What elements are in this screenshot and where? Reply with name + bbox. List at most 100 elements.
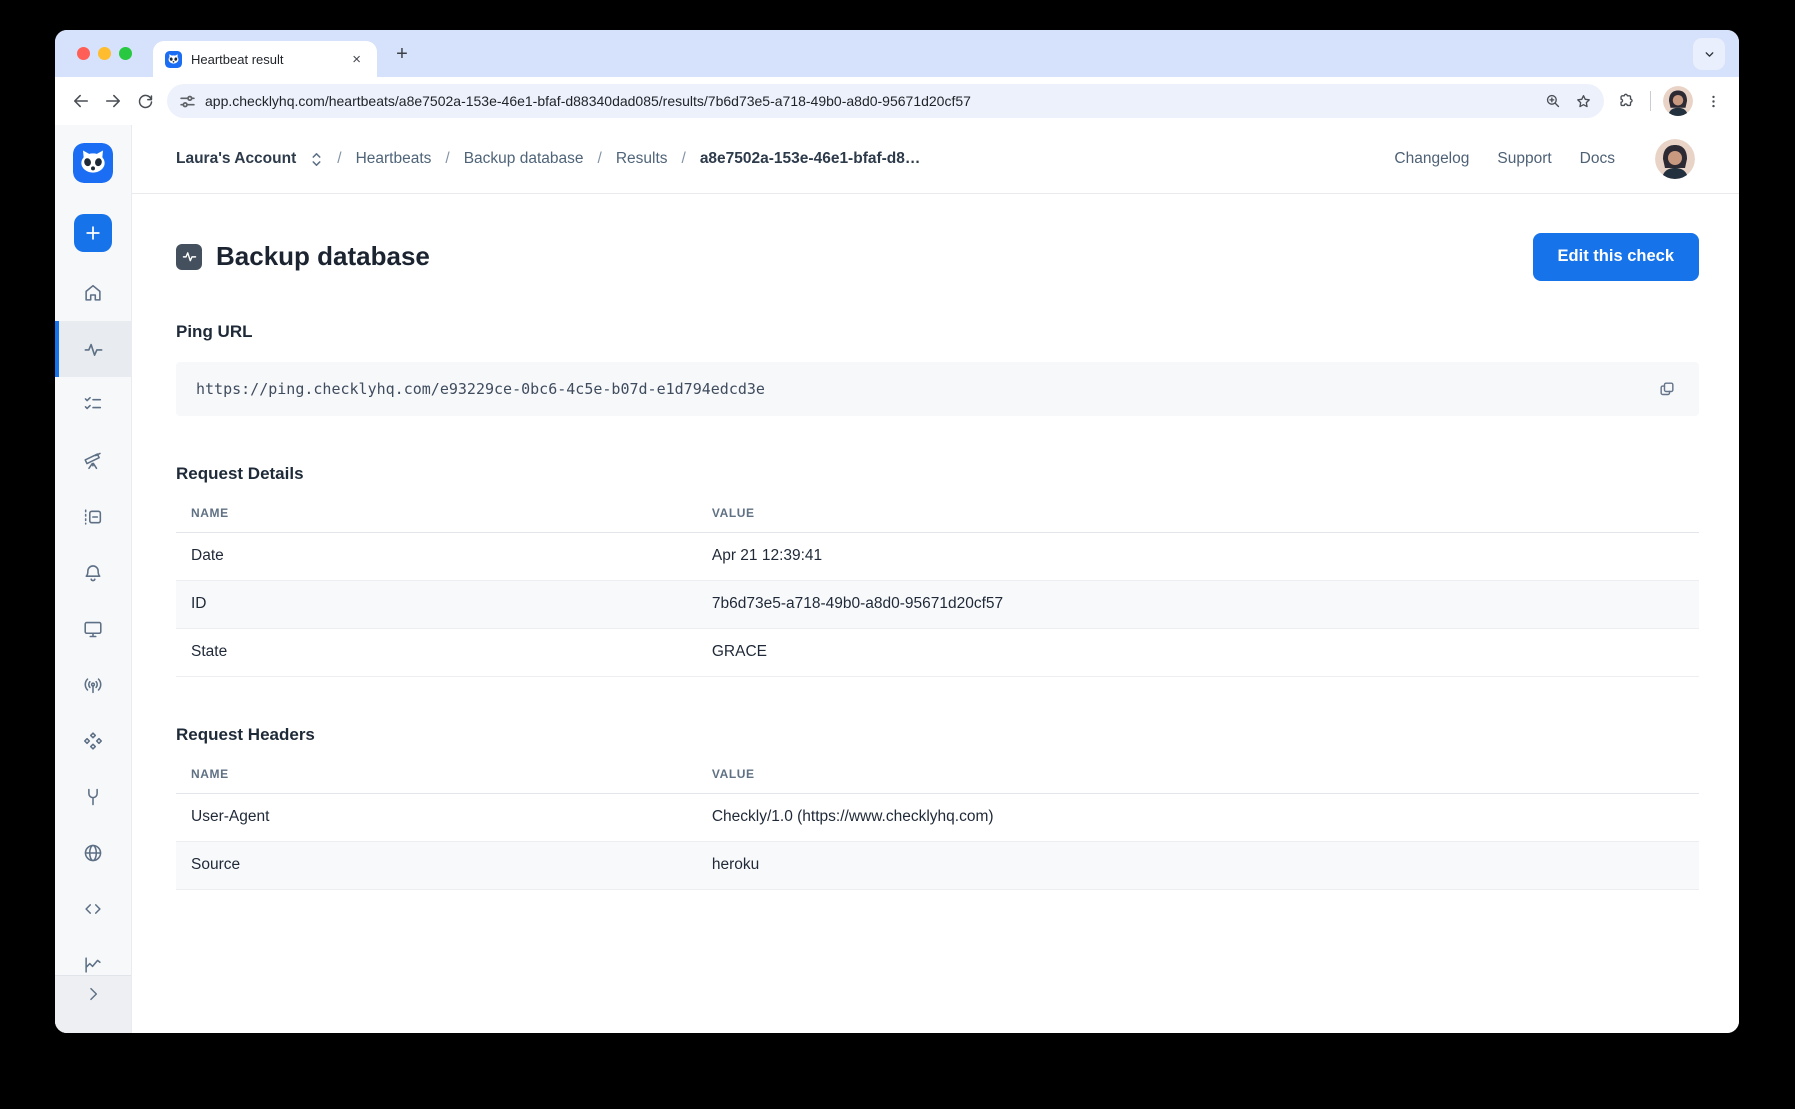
account-switch-chevrons-icon[interactable] [310, 151, 323, 168]
breadcrumb-separator: / [682, 150, 686, 168]
new-tab-button[interactable]: + [389, 41, 415, 67]
sidebar-item-home[interactable] [55, 265, 131, 321]
header-value: Checkly/1.0 (https://www.checklyhq.com) [697, 808, 1699, 826]
breadcrumb-separator: / [445, 150, 449, 168]
breadcrumb-check-link[interactable]: Backup database [464, 150, 584, 168]
runbook-list-icon [82, 506, 104, 528]
sidebar [55, 125, 132, 1033]
edit-check-button[interactable]: Edit this check [1533, 233, 1699, 281]
sidebar-item-runbooks[interactable] [55, 489, 131, 545]
sidebar-item-checks[interactable] [55, 377, 131, 433]
sidebar-item-telescope[interactable] [55, 433, 131, 489]
alerts-bell-icon [82, 562, 104, 584]
sidebar-nav [55, 265, 131, 1033]
table-row: State GRACE [176, 629, 1699, 677]
tab-title: Heartbeat result [191, 52, 348, 67]
breadcrumb-results-link[interactable]: Results [616, 150, 668, 168]
sidebar-item-dashboards[interactable] [55, 601, 131, 657]
chrome-profile-avatar[interactable] [1663, 86, 1693, 116]
broadcast-icon [82, 674, 104, 696]
user-avatar[interactable] [1655, 139, 1695, 179]
table-row: User-Agent Checkly/1.0 (https://www.chec… [176, 794, 1699, 842]
toolbar-divider [1650, 91, 1651, 111]
breadcrumb-heartbeats-link[interactable]: Heartbeats [356, 150, 432, 168]
sidebar-item-maintenance[interactable] [55, 769, 131, 825]
support-link[interactable]: Support [1497, 150, 1551, 168]
sidebar-item-globe[interactable] [55, 825, 131, 881]
table-body: User-Agent Checkly/1.0 (https://www.chec… [176, 794, 1699, 890]
detail-value: 7b6d73e5-a718-49b0-a8d0-95671d20cf57 [697, 595, 1699, 613]
heartbeats-pulse-icon [82, 338, 105, 361]
checkly-logo-icon[interactable] [73, 143, 113, 183]
url-text: app.checklyhq.com/heartbeats/a8e7502a-15… [205, 93, 1538, 109]
extensions-puzzle-icon[interactable] [1610, 85, 1642, 117]
close-window-button[interactable] [77, 47, 90, 60]
heartbeat-pulse-icon [181, 248, 198, 265]
column-header-value: VALUE [697, 506, 1699, 520]
zoom-page-icon[interactable] [1538, 86, 1568, 116]
title-row: Backup database Edit this check [176, 224, 1699, 290]
breadcrumb-separator: / [598, 150, 602, 168]
expand-sidebar-chevron-icon [83, 984, 103, 1004]
home-icon [82, 282, 104, 304]
top-nav: Changelog Support Docs [1394, 139, 1695, 179]
column-header-name: NAME [176, 767, 697, 781]
checkly-favicon-icon [165, 51, 182, 68]
sidebar-item-broadcast[interactable] [55, 657, 131, 713]
table-row: ID 7b6d73e5-a718-49b0-a8d0-95671d20cf57 [176, 581, 1699, 629]
url-bar[interactable]: app.checklyhq.com/heartbeats/a8e7502a-15… [167, 84, 1604, 118]
globe-icon [82, 842, 104, 864]
browser-window: Heartbeat result × + [55, 30, 1739, 1033]
sidebar-item-heartbeats[interactable] [55, 321, 131, 377]
table-header-row: NAME VALUE [176, 506, 1699, 533]
zoom-window-button[interactable] [119, 47, 132, 60]
detail-name: ID [176, 595, 697, 613]
account-switcher[interactable]: Laura's Account [176, 150, 296, 168]
checks-list-icon [82, 394, 104, 416]
minimize-window-button[interactable] [98, 47, 111, 60]
breadcrumb-result-id: a8e7502a-153e-46e1-bfaf-d8… [700, 150, 921, 168]
page-title: Backup database [216, 241, 1533, 272]
browser-tab[interactable]: Heartbeat result × [153, 41, 377, 77]
tab-close-icon[interactable]: × [348, 50, 365, 69]
ping-url-heading: Ping URL [176, 322, 1699, 342]
detail-name: Date [176, 547, 697, 565]
sidebar-expand-bar[interactable] [55, 975, 131, 1033]
sidebar-item-alerts[interactable] [55, 545, 131, 601]
docs-link[interactable]: Docs [1580, 150, 1615, 168]
detail-value: GRACE [697, 643, 1699, 661]
header-name: Source [176, 856, 697, 874]
telescope-icon [82, 450, 104, 472]
breadcrumb: Laura's Account / Heartbeats / Backup da… [176, 150, 1394, 168]
window-controls [77, 47, 132, 60]
dashboards-monitor-icon [82, 618, 104, 640]
bookmark-star-icon[interactable] [1568, 86, 1598, 116]
browser-toolbar: app.checklyhq.com/heartbeats/a8e7502a-15… [55, 77, 1739, 125]
checkly-app: Laura's Account / Heartbeats / Backup da… [55, 125, 1739, 1033]
breadcrumb-separator: / [337, 150, 341, 168]
integrations-diamonds-icon [82, 730, 104, 752]
header-name: User-Agent [176, 808, 697, 826]
request-details-heading: Request Details [176, 464, 1699, 484]
sidebar-item-code[interactable] [55, 881, 131, 937]
request-details-table: NAME VALUE Date Apr 21 12:39:41 ID 7b6d7… [176, 506, 1699, 677]
chevron-down-icon [1703, 48, 1716, 61]
tab-search-button[interactable] [1693, 38, 1725, 70]
site-settings-icon[interactable] [179, 93, 196, 110]
app-header: Laura's Account / Heartbeats / Backup da… [132, 125, 1739, 194]
create-check-button[interactable] [74, 214, 112, 252]
insights-chart-icon [82, 954, 104, 976]
ping-url-value: https://ping.checklyhq.com/e93229ce-0bc6… [196, 380, 1649, 398]
code-icon [82, 898, 104, 920]
heartbeat-check-badge [176, 244, 202, 270]
reload-button[interactable] [129, 85, 161, 117]
copy-ping-url-button[interactable] [1649, 371, 1685, 407]
forward-button[interactable] [97, 85, 129, 117]
back-button[interactable] [65, 85, 97, 117]
chrome-menu-icon[interactable] [1697, 85, 1729, 117]
changelog-link[interactable]: Changelog [1394, 150, 1469, 168]
sidebar-item-integrations[interactable] [55, 713, 131, 769]
table-row: Source heroku [176, 842, 1699, 890]
column-header-name: NAME [176, 506, 697, 520]
request-headers-table: NAME VALUE User-Agent Checkly/1.0 (https… [176, 767, 1699, 890]
